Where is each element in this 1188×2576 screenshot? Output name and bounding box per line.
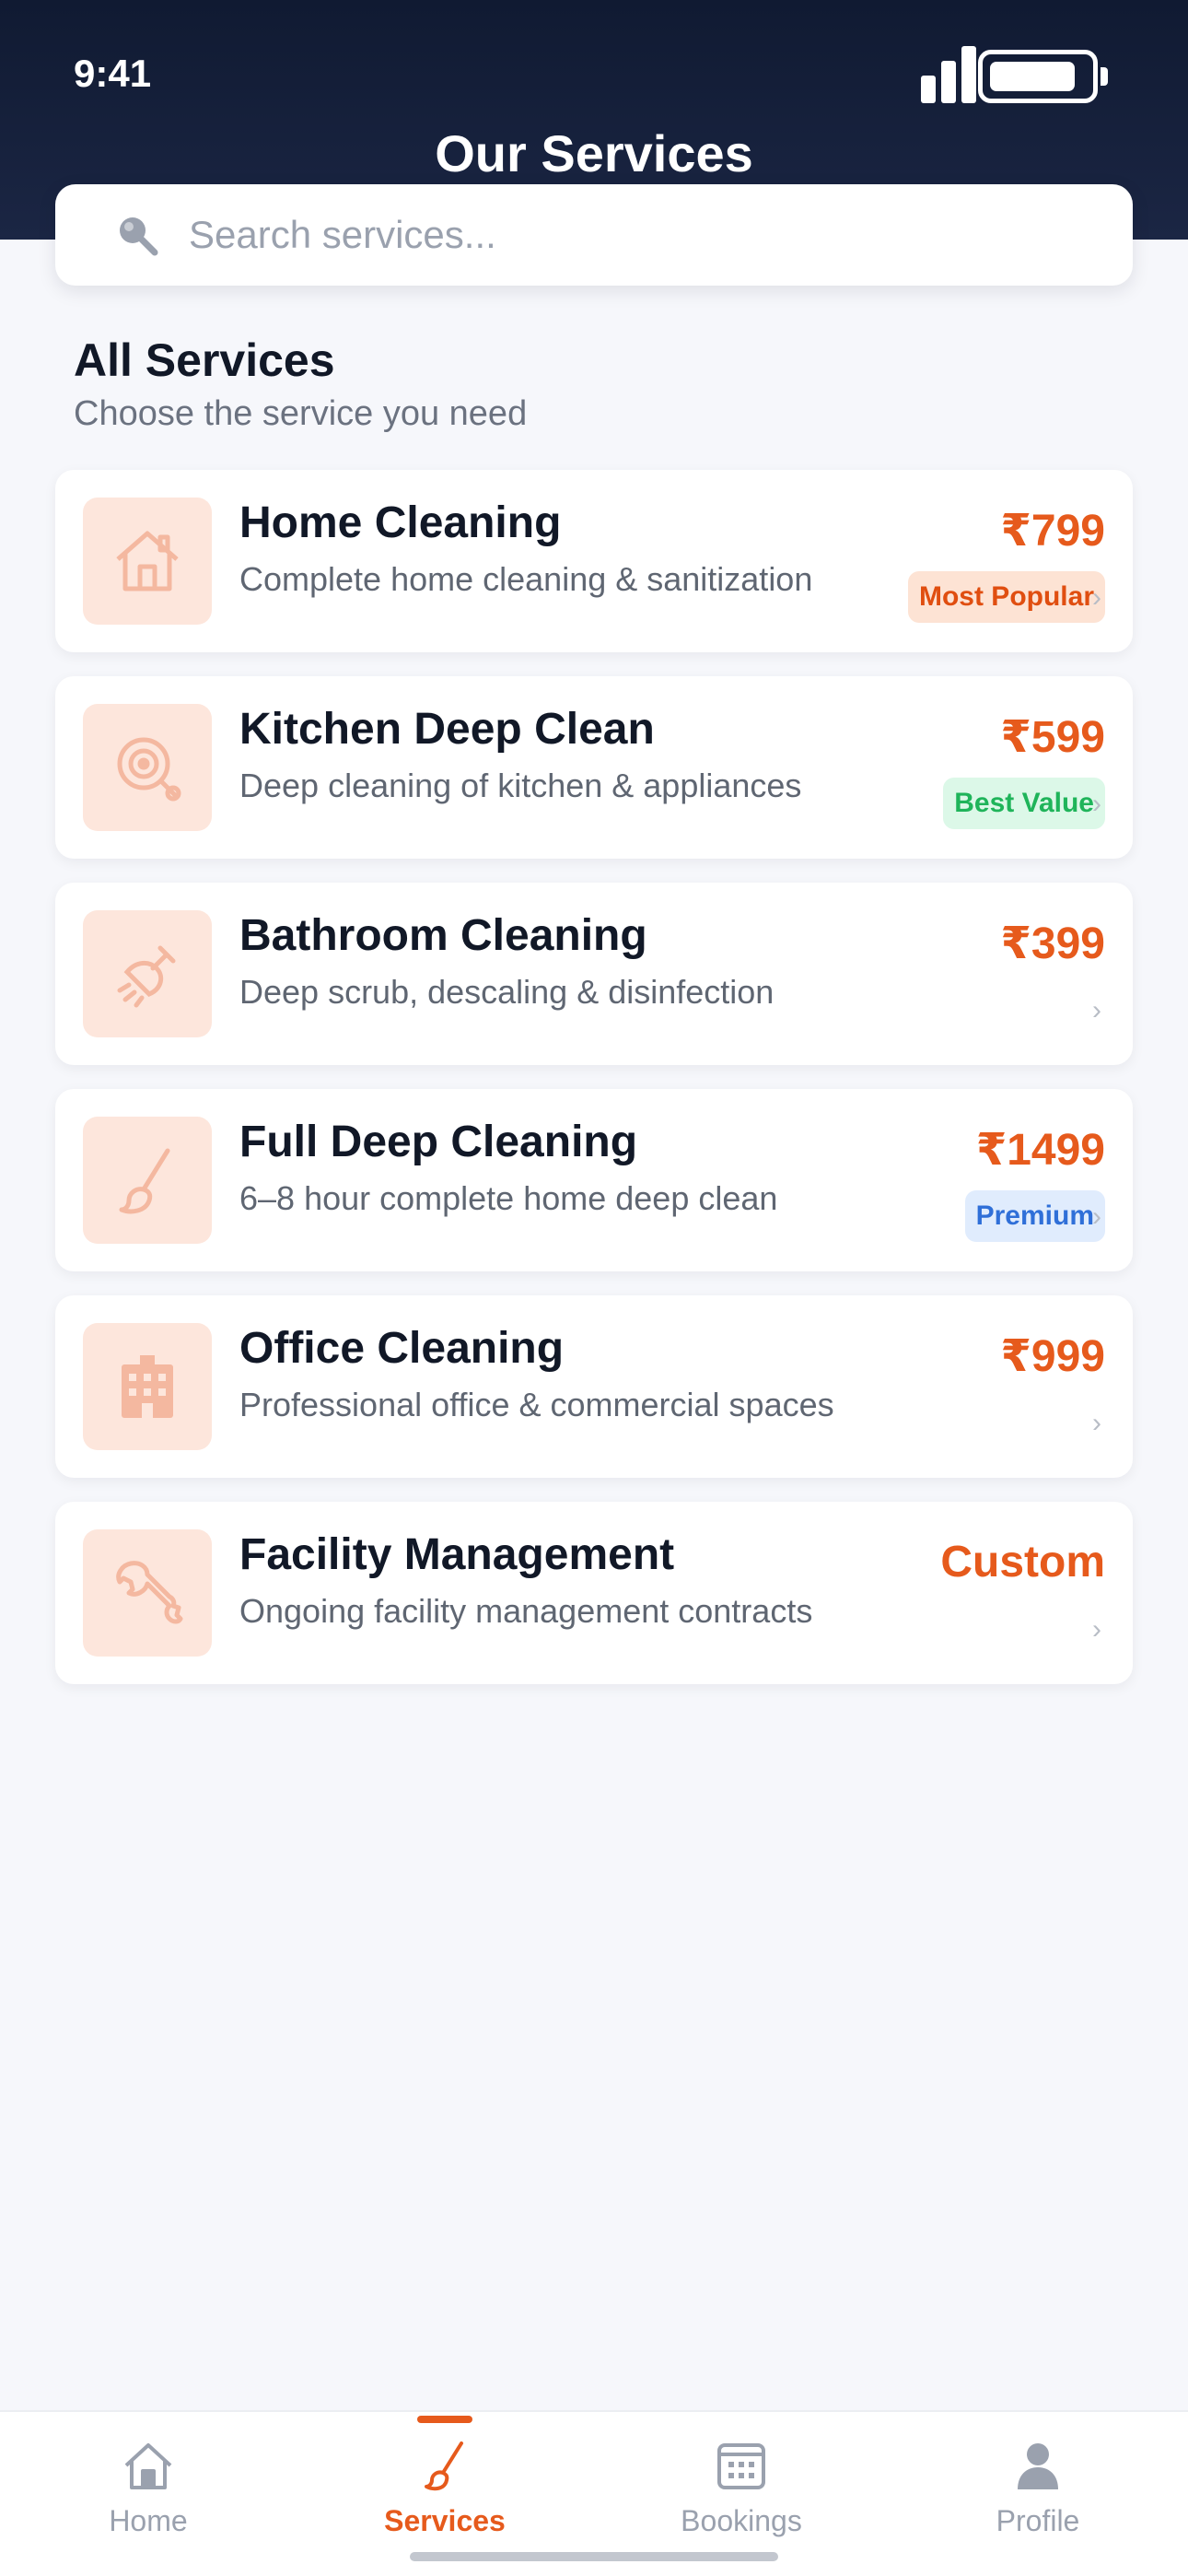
search-input[interactable] [189,205,1091,265]
brush-icon [83,1117,212,1244]
service-card-home-cleaning[interactable]: Home Cleaning Complete home cleaning & s… [55,470,1133,652]
active-tab-indicator [417,2416,472,2423]
service-description: 6–8 hour complete home deep clean [239,1179,778,1217]
service-price: ₹1499 [975,1126,1105,1175]
tab-label: Home [109,2504,188,2537]
service-name: Office Cleaning [239,1324,565,1373]
service-card-facility-management[interactable]: Facility Management Ongoing facility man… [55,1502,1133,1684]
chevron-right-icon: › [1092,582,1101,613]
service-description: Ongoing facility management contracts [239,1592,813,1630]
service-price: ₹999 [1000,1332,1105,1381]
service-badge: Most Popular [907,571,1105,623]
tab-home[interactable]: Home [0,2412,297,2576]
service-name: Facility Management [239,1530,675,1579]
calendar-icon [717,2443,765,2489]
service-badge: Best Value [943,778,1105,829]
service-description: Deep scrub, descaling & disinfection [239,973,775,1011]
service-price: ₹399 [1000,919,1105,968]
service-card-kitchen-deep-clean[interactable]: Kitchen Deep Clean Deep cleaning of kitc… [55,676,1133,859]
tab-label: Services [384,2504,506,2537]
wrench-icon [83,1529,212,1657]
building-icon [83,1323,212,1450]
service-description: Deep cleaning of kitchen & appliances [239,767,802,804]
chevron-right-icon: › [1092,1201,1101,1232]
battery-icon [978,50,1108,103]
status-time: 9:41 [74,52,152,95]
service-card-office-cleaning[interactable]: Office Cleaning Professional office & co… [55,1295,1133,1478]
stove-icon [83,704,212,831]
bottom-tab-bar: Home Services Bookings Profile [0,2410,1188,2576]
service-price: ₹799 [1000,507,1105,556]
chevron-right-icon: › [1092,1614,1101,1645]
service-name: Bathroom Cleaning [239,911,647,960]
person-icon [1018,2443,1058,2489]
service-description: Professional office & commercial spaces [239,1386,834,1423]
search-icon [120,217,158,256]
service-description: Complete home cleaning & sanitization [239,560,813,598]
service-card-full-deep-cleaning[interactable]: Full Deep Cleaning 6–8 hour complete hom… [55,1089,1133,1271]
service-name: Home Cleaning [239,498,562,547]
service-price: ₹599 [1000,713,1105,762]
house-icon [83,498,212,625]
service-price: Custom [940,1538,1105,1587]
page-title: Our Services [435,124,753,182]
home-icon [124,2443,172,2489]
section-subtitle: Choose the service you need [74,394,528,433]
home-indicator [410,2552,778,2561]
section-title: All Services [74,334,335,386]
search-bar[interactable] [55,184,1133,286]
tab-profile[interactable]: Profile [890,2412,1186,2576]
brush-icon [425,2441,463,2491]
service-badge: Premium [964,1190,1105,1242]
signal-icon [921,46,976,103]
shower-icon [83,910,212,1037]
tab-label: Bookings [681,2504,802,2537]
chevron-right-icon: › [1092,789,1101,819]
service-name: Kitchen Deep Clean [239,705,655,754]
chevron-right-icon: › [1092,995,1101,1025]
service-name: Full Deep Cleaning [239,1118,638,1166]
tab-label: Profile [996,2504,1080,2537]
service-card-bathroom-cleaning[interactable]: Bathroom Cleaning Deep scrub, descaling … [55,883,1133,1065]
chevron-right-icon: › [1092,1408,1101,1438]
